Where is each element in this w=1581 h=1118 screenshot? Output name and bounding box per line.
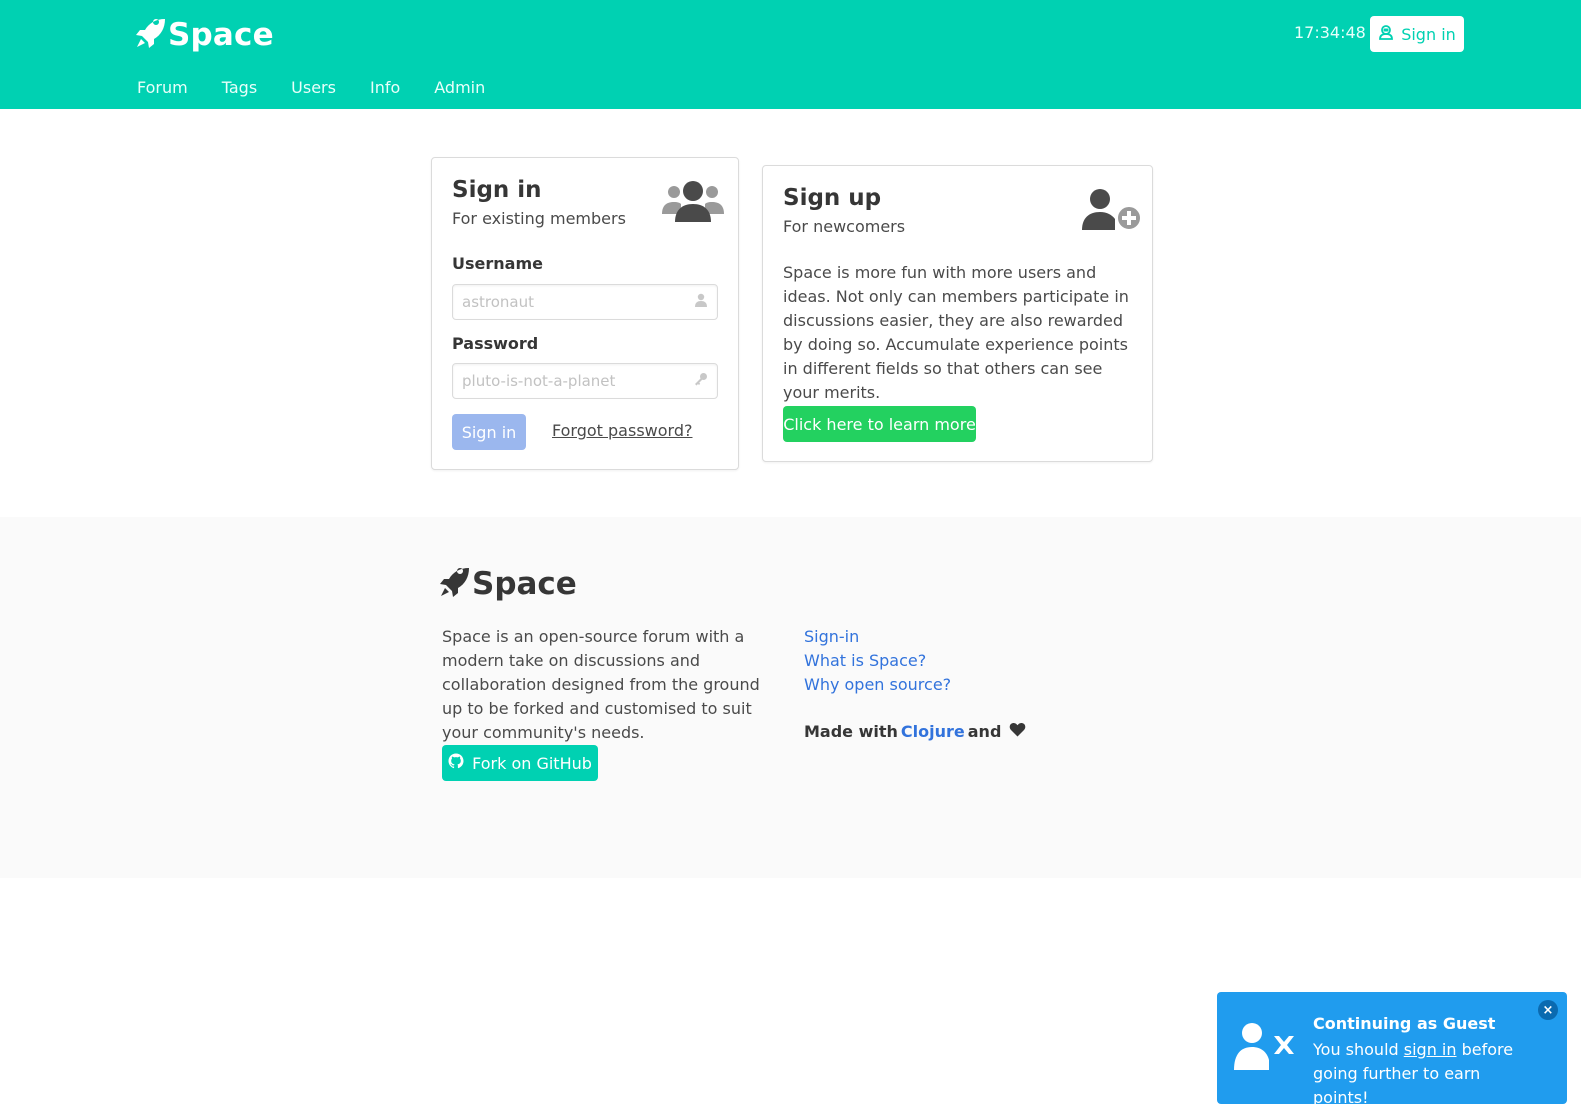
nav-item-admin[interactable]: Admin (434, 78, 485, 97)
footer-brand-name: Space (472, 566, 577, 602)
username-input[interactable] (462, 293, 694, 311)
footer: Space Space is an open-source forum with… (0, 517, 1581, 878)
rocket-icon (134, 16, 168, 54)
password-label: Password (452, 334, 539, 353)
footer-brand-logo[interactable]: Space (438, 565, 577, 603)
signin-submit-button[interactable]: Sign in (452, 414, 526, 450)
password-input[interactable] (462, 372, 694, 390)
nav-item-forum[interactable]: Forum (137, 78, 188, 97)
header-signin-button[interactable]: Sign in (1370, 16, 1464, 52)
footer-link-signin[interactable]: Sign-in (804, 625, 951, 649)
toast-message: You should sign in before going further … (1313, 1038, 1533, 1110)
footer-links: Sign-in What is Space? Why open source? (804, 625, 951, 697)
toast-text-before: You should (1313, 1040, 1404, 1059)
signin-subtitle: For existing members (452, 209, 626, 228)
key-icon (694, 372, 708, 390)
signup-description: Space is more fun with more users and id… (783, 263, 1129, 402)
fork-github-button[interactable]: Fork on GitHub (442, 745, 598, 781)
made-with-suffix: and (967, 722, 1002, 741)
footer-link-what-is-space[interactable]: What is Space? (804, 649, 951, 673)
user-astronaut-icon (1378, 24, 1401, 44)
brand-logo[interactable]: Space (134, 16, 274, 54)
github-icon (448, 753, 472, 773)
signup-subtitle: For newcomers (783, 217, 906, 236)
signin-card: Sign in For existing members Username Pa… (431, 157, 739, 470)
user-icon (694, 293, 708, 311)
clock: 17:34:48 (1294, 23, 1366, 42)
made-with-prefix: Made with (804, 722, 898, 741)
nav-item-tags[interactable]: Tags (222, 78, 257, 97)
footer-link-why-open-source[interactable]: Why open source? (804, 673, 951, 697)
toast-title: Continuing as Guest (1313, 1014, 1496, 1033)
forgot-password-link[interactable]: Forgot password? (552, 421, 692, 440)
signup-title: Sign up (783, 185, 882, 211)
username-field (452, 284, 718, 320)
learn-more-button[interactable]: Click here to learn more (783, 406, 976, 442)
signup-card: Sign up For newcomers Space is more fun … (762, 165, 1153, 462)
clojure-link[interactable]: Clojure (901, 722, 965, 741)
guest-notification: Continuing as Guest You should sign in b… (1217, 992, 1567, 1107)
user-plus-icon (1081, 188, 1143, 236)
user-times-icon (1234, 1022, 1296, 1076)
password-field (452, 363, 718, 399)
users-icon (662, 180, 724, 228)
toast-signin-link[interactable]: sign in (1404, 1040, 1457, 1059)
header-signin-label: Sign in (1401, 24, 1456, 44)
close-icon[interactable]: × (1538, 1000, 1558, 1020)
made-with: Made with Clojure and (804, 721, 1026, 742)
brand-name: Space (168, 17, 274, 53)
nav-item-info[interactable]: Info (370, 78, 400, 97)
username-label: Username (452, 254, 543, 273)
footer-description: Space is an open-source forum with a mod… (442, 627, 760, 742)
heart-icon (1001, 721, 1026, 742)
main-nav: Forum Tags Users Info Admin (137, 78, 519, 97)
nav-item-users[interactable]: Users (291, 78, 336, 97)
rocket-icon (438, 565, 472, 603)
fork-github-label: Fork on GitHub (472, 753, 592, 773)
top-navbar: Space 17:34:48 Sign in Forum Tags Users … (0, 0, 1581, 109)
signin-title: Sign in (452, 177, 542, 203)
